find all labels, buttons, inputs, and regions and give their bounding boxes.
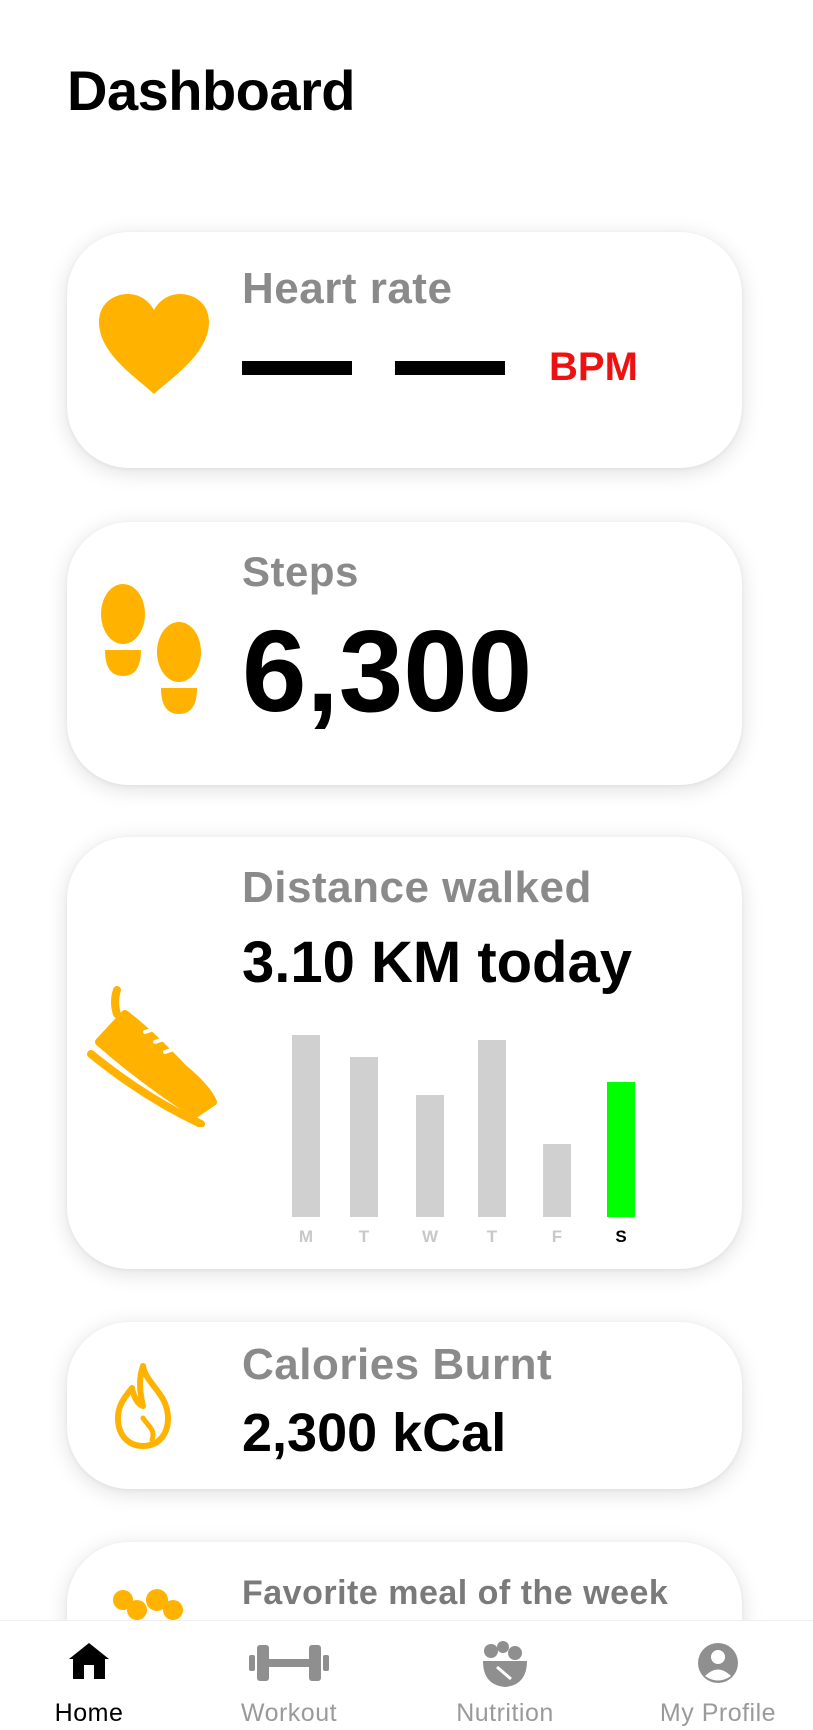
chart-day-label: W [421,1227,439,1246]
distance-bar-chart: MTWTFS [67,837,742,1269]
chart-bar [292,1035,320,1217]
nav-item-home[interactable]: Home [9,1621,169,1730]
nav-item-workout[interactable]: Workout [209,1621,369,1730]
chart-day-label: T [358,1227,370,1246]
steps-value: 6,300 [242,606,533,736]
chart-day-label: T [486,1227,498,1246]
nav-item-my-profile[interactable]: My Profile [638,1621,798,1730]
chart-bar [478,1040,506,1217]
dumbbell-icon [249,1645,329,1681]
account-icon [698,1643,738,1683]
heart-rate-label: Heart rate [242,264,453,313]
calories-label: Calories Burnt [242,1340,553,1389]
page-title: Dashboard [67,59,356,122]
steps-label: Steps [242,548,359,595]
heart-rate-value [242,361,352,375]
flame-icon [115,1363,171,1449]
salad-icon [483,1641,527,1687]
nav-label-home: Home [54,1699,124,1727]
heart-rate-card[interactable]: Heart rate BPM [67,232,742,468]
chart-bar [416,1095,444,1217]
bpm-unit: BPM [549,345,638,389]
nav-label-my-profile: My Profile [659,1699,777,1727]
heart-icon [99,294,209,394]
footprints-icon [101,584,201,714]
heart-rate-value [395,361,505,375]
chart-bar [350,1057,378,1217]
distance-card[interactable]: Distance walked 3.10 KM today MTWTFS [67,837,742,1269]
steps-card[interactable]: Steps 6,300 [67,522,742,785]
favorite-meal-label: Favorite meal of the week [242,1574,669,1612]
calories-card[interactable]: Calories Burnt 2,300 kCal [67,1322,742,1489]
chart-day-label: F [551,1227,563,1246]
chart-bar [607,1082,635,1217]
nav-label-workout: Workout [240,1699,338,1727]
nav-label-nutrition: Nutrition [456,1699,554,1727]
chart-day-label: M [298,1227,314,1246]
chart-bar [543,1144,571,1217]
nav-item-nutrition[interactable]: Nutrition [425,1621,585,1730]
chart-day-label: S [615,1227,627,1246]
bottom-navigation: Home Workout Nutrition My Profile [0,1620,813,1730]
home-icon [69,1643,109,1679]
calories-value: 2,300 kCal [242,1403,507,1463]
